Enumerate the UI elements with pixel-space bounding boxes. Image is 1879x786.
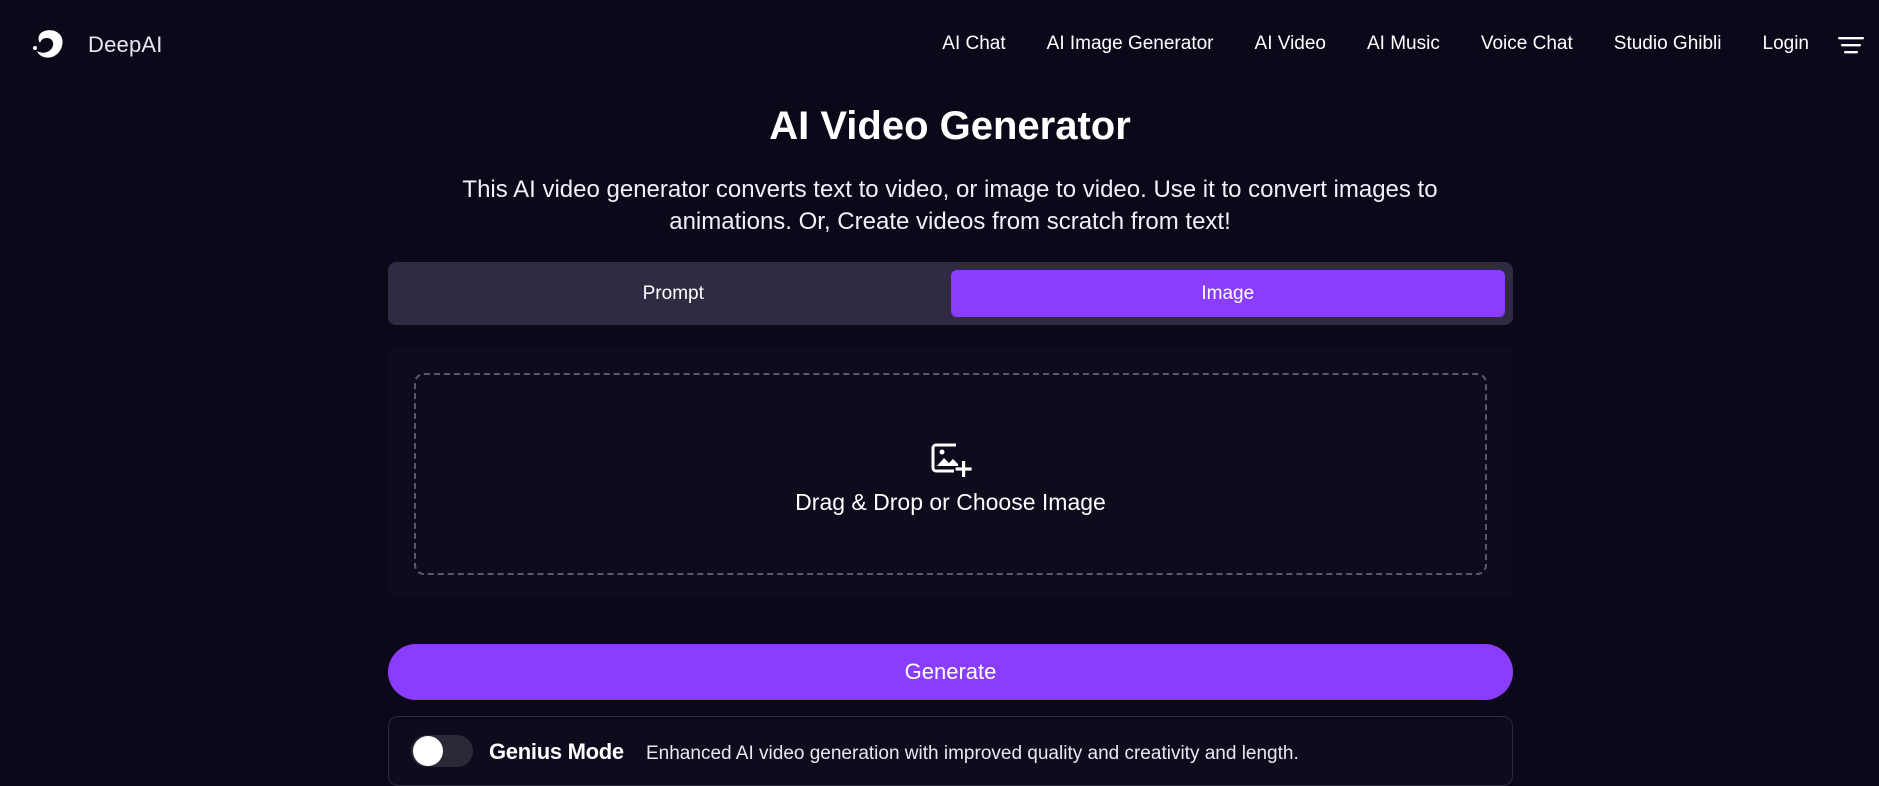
genius-mode-panel: Genius Mode Enhanced AI video generation… xyxy=(388,716,1513,786)
deepai-logo-icon xyxy=(33,30,63,58)
mode-tabs: Prompt Image xyxy=(388,262,1513,325)
nav-item-ai-video[interactable]: AI Video xyxy=(1255,33,1326,55)
nav-item-voice-chat[interactable]: Voice Chat xyxy=(1481,33,1573,55)
page-description: This AI video generator converts text to… xyxy=(462,176,1438,235)
brand-link[interactable]: DeepAI xyxy=(30,24,163,66)
nav-item-ai-image-generator[interactable]: AI Image Generator xyxy=(1047,33,1214,55)
genius-mode-toggle[interactable] xyxy=(411,735,473,767)
hamburger-menu-icon[interactable] xyxy=(1837,34,1865,56)
tab-prompt[interactable]: Prompt xyxy=(396,270,951,317)
dropzone-label: Drag & Drop or Choose Image xyxy=(795,488,1106,515)
brand-name: DeepAI xyxy=(88,32,163,57)
nav-item-ai-chat[interactable]: AI Chat xyxy=(942,33,1005,55)
toggle-knob xyxy=(413,736,443,766)
image-dropzone[interactable]: Drag & Drop or Choose Image xyxy=(414,373,1487,575)
genius-mode-label: Genius Mode xyxy=(489,739,624,764)
add-image-icon xyxy=(931,443,972,477)
genius-mode-description: Enhanced AI video generation with improv… xyxy=(646,743,1299,764)
upload-panel: Drag & Drop or Choose Image xyxy=(388,346,1513,598)
nav-item-login[interactable]: Login xyxy=(1763,33,1810,55)
nav-item-ai-music[interactable]: AI Music xyxy=(1367,33,1440,55)
top-navigation-bar: DeepAI AI Chat AI Image Generator AI Vid… xyxy=(0,0,1879,88)
main-nav: AI Chat AI Image Generator AI Video AI M… xyxy=(901,0,1809,88)
tab-image[interactable]: Image xyxy=(950,270,1505,317)
page-title: AI Video Generator xyxy=(769,104,1131,148)
generate-button[interactable]: Generate xyxy=(388,644,1513,700)
nav-item-studio-ghibli[interactable]: Studio Ghibli xyxy=(1614,33,1722,55)
